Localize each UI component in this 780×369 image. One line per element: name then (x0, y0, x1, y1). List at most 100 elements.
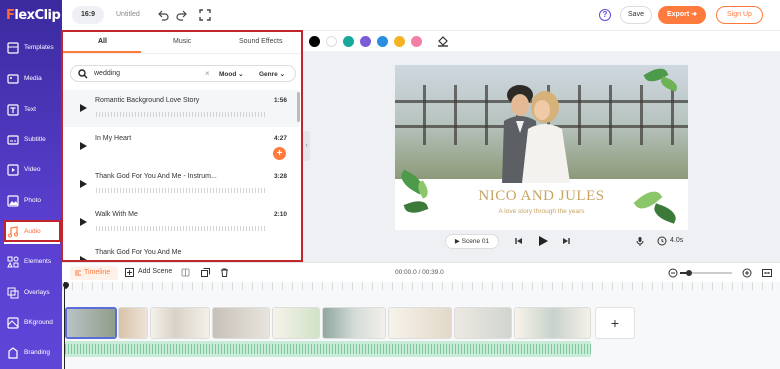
clip-thumbnail (151, 308, 209, 338)
signup-button[interactable]: Sign Up (716, 6, 763, 24)
wedding-photo (395, 65, 688, 183)
timeline-ruler (62, 282, 780, 290)
audio-highlight-box (4, 220, 61, 242)
add-scene-icon[interactable] (125, 268, 134, 277)
scene-clip[interactable] (65, 307, 117, 339)
split-icon[interactable] (181, 268, 190, 277)
text-icon (7, 104, 19, 116)
play-icon[interactable] (80, 104, 87, 112)
list-item[interactable]: Walk With Me 2:10 (63, 204, 299, 241)
play-icon[interactable] (80, 142, 87, 150)
video-title-text[interactable]: NICO AND JULES (395, 188, 688, 205)
sidebar-item-overlays[interactable]: Overlays (0, 281, 62, 305)
sidebar-item-media[interactable]: Media (0, 67, 62, 91)
tab-all[interactable]: All (98, 38, 107, 45)
clip-thumbnail (455, 308, 511, 338)
mood-dropdown[interactable]: Mood ⌄ (219, 70, 244, 78)
sidebar: FlexClip Templates Media Text Subtitle V… (0, 0, 62, 369)
flexclip-logo[interactable]: FlexClip (6, 8, 61, 23)
subtitle-icon (7, 135, 19, 145)
waveform (96, 226, 266, 231)
search-input[interactable]: wedding (94, 70, 120, 77)
trash-icon[interactable] (220, 268, 229, 277)
panel-scrollbar[interactable] (297, 92, 300, 122)
play-icon[interactable] (80, 180, 87, 188)
sidebar-item-bkground[interactable]: BKground (0, 311, 62, 335)
playhead[interactable] (61, 280, 71, 369)
scene-clip[interactable] (150, 307, 210, 339)
waveform (96, 188, 266, 193)
active-tab-indicator (63, 51, 141, 53)
scene-clip[interactable] (212, 307, 270, 339)
add-clip-button[interactable]: + (595, 307, 635, 339)
list-item[interactable]: Thank God For You And Me (63, 242, 299, 260)
color-palette-bar (303, 31, 780, 51)
branding-icon (8, 347, 18, 359)
timeline-icon (75, 270, 81, 276)
clock-icon[interactable] (657, 236, 667, 246)
video-canvas[interactable]: NICO AND JULES A love story through the … (395, 65, 688, 230)
scene-duration[interactable]: 4.0s (670, 237, 683, 244)
add-track-button[interactable]: + (273, 147, 286, 160)
scene-clip[interactable] (454, 307, 512, 339)
clip-thumbnail (515, 308, 590, 338)
color-swatch[interactable] (309, 36, 320, 47)
duplicate-icon[interactable] (201, 268, 210, 277)
track-duration: 2:10 (273, 211, 287, 218)
scene-clip[interactable] (118, 307, 148, 339)
zoom-slider[interactable] (680, 270, 732, 276)
list-item[interactable]: Romantic Background Love Story 1:56 (63, 90, 299, 127)
list-item[interactable]: In My Heart 4:27 + (63, 128, 299, 165)
video-subtitle-text[interactable]: A love story through the years (395, 208, 688, 215)
scene-play-button[interactable]: ▶ Scene 01 (445, 234, 499, 249)
collapse-panel-icon[interactable]: ‹ (303, 131, 310, 161)
sidebar-item-templates[interactable]: Templates (0, 36, 62, 60)
color-swatch[interactable] (326, 36, 337, 47)
color-swatch[interactable] (360, 36, 371, 47)
sidebar-item-elements[interactable]: Elements (0, 250, 62, 274)
scene-clip[interactable] (388, 307, 452, 339)
undo-icon[interactable] (157, 9, 169, 21)
microphone-icon[interactable] (635, 236, 645, 246)
play-icon[interactable] (80, 218, 87, 226)
color-swatch[interactable] (377, 36, 388, 47)
zoom-out-icon[interactable] (668, 268, 678, 278)
tab-music[interactable]: Music (173, 38, 191, 45)
play-icon[interactable] (537, 235, 549, 247)
export-button[interactable]: Export ➜ (658, 6, 706, 24)
aspect-ratio-button[interactable]: 16:9 (72, 6, 104, 24)
add-scene-button[interactable]: Add Scene (138, 268, 172, 275)
help-icon[interactable]: ? (599, 9, 611, 21)
color-swatch[interactable] (411, 36, 422, 47)
redo-icon[interactable] (176, 9, 188, 21)
sidebar-item-video[interactable]: Video (0, 158, 62, 182)
zoom-in-icon[interactable] (742, 268, 752, 278)
tab-sound-effects[interactable]: Sound Effects (239, 38, 282, 45)
elements-icon (7, 256, 19, 268)
scene-clip[interactable] (322, 307, 386, 339)
top-toolbar: 16:9 Untitled ? Save Export ➜ Sign Up (62, 0, 780, 31)
templates-icon (7, 42, 19, 54)
skip-forward-icon[interactable] (561, 236, 571, 246)
sidebar-item-text[interactable]: Text (0, 98, 62, 122)
list-item[interactable]: Thank God For You And Me - Instrum... 3:… (63, 166, 299, 203)
project-name[interactable]: Untitled (116, 11, 140, 18)
save-button[interactable]: Save (620, 6, 652, 24)
clip-thumbnail (67, 309, 115, 337)
sidebar-item-branding[interactable]: Branding (0, 341, 62, 365)
color-swatch[interactable] (343, 36, 354, 47)
color-swatch[interactable] (394, 36, 405, 47)
paint-bucket-icon[interactable] (437, 35, 449, 47)
search-bar[interactable]: wedding × Mood ⌄ Genre ⌄ (70, 65, 296, 82)
sidebar-item-subtitle[interactable]: Subtitle (0, 128, 62, 152)
skip-back-icon[interactable] (514, 236, 524, 246)
scene-clip[interactable] (272, 307, 320, 339)
scene-clip[interactable] (514, 307, 591, 339)
genre-dropdown[interactable]: Genre ⌄ (259, 70, 285, 78)
zoom-slider-handle[interactable] (686, 270, 693, 276)
audio-track[interactable] (65, 341, 591, 357)
clear-search-icon[interactable]: × (205, 69, 210, 78)
fit-timeline-icon[interactable] (762, 268, 772, 278)
fullscreen-icon[interactable] (199, 9, 211, 21)
sidebar-item-photo[interactable]: Photo (0, 189, 62, 213)
